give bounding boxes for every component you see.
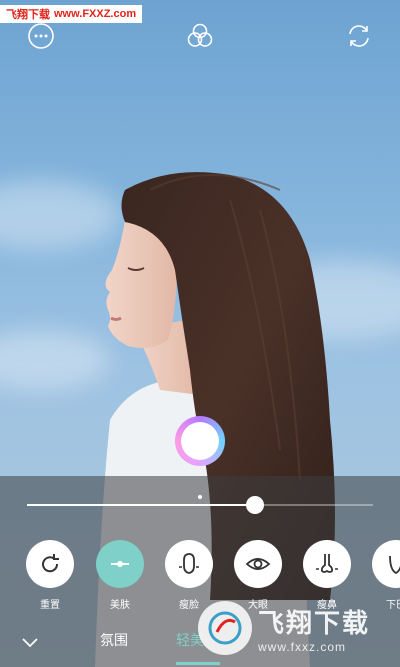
tool-label: 瘦脸 <box>179 600 199 611</box>
shutter-inner <box>181 422 219 460</box>
watermark-top: 飞翔下载 www.FXXZ.com <box>0 5 143 23</box>
watermark-bottom: 飞翔下载 www.fxxz.com <box>198 596 393 660</box>
switch-camera-icon[interactable] <box>345 22 373 50</box>
chin-icon <box>372 540 400 588</box>
reset-icon <box>26 540 74 588</box>
slider-default-mark <box>198 495 202 499</box>
tool-label: 美肤 <box>110 600 130 611</box>
camera-preview: 飞翔下载 www.FXXZ.com 重置 美肤 瘦脸 大眼 瘦鼻 下 氛围 轻美… <box>0 0 400 667</box>
chevron-down-icon[interactable] <box>20 632 40 652</box>
tool-reset[interactable]: 重置 <box>20 540 80 611</box>
filter-circles-icon[interactable] <box>186 22 214 50</box>
tab-atmosphere[interactable]: 氛围 <box>100 630 128 650</box>
tool-skin[interactable]: 美肤 <box>90 540 150 611</box>
more-icon[interactable] <box>27 22 55 50</box>
watermark-big: 飞翔下载 <box>258 608 371 639</box>
nose-icon <box>303 540 351 588</box>
intensity-slider[interactable] <box>27 495 373 514</box>
watermark-url: www.FXXZ.com <box>54 8 137 20</box>
eye-icon <box>234 540 282 588</box>
skin-slider-icon <box>96 540 144 588</box>
shutter-button[interactable] <box>175 416 225 466</box>
watermark-small: www.fxxz.com <box>258 639 347 654</box>
fxxz-logo-icon <box>198 601 252 655</box>
slider-fill <box>27 504 256 506</box>
active-tab-indicator <box>176 662 220 665</box>
slim-face-icon <box>165 540 213 588</box>
tool-label: 重置 <box>40 600 60 611</box>
watermark-cn: 飞翔下载 <box>6 9 50 21</box>
